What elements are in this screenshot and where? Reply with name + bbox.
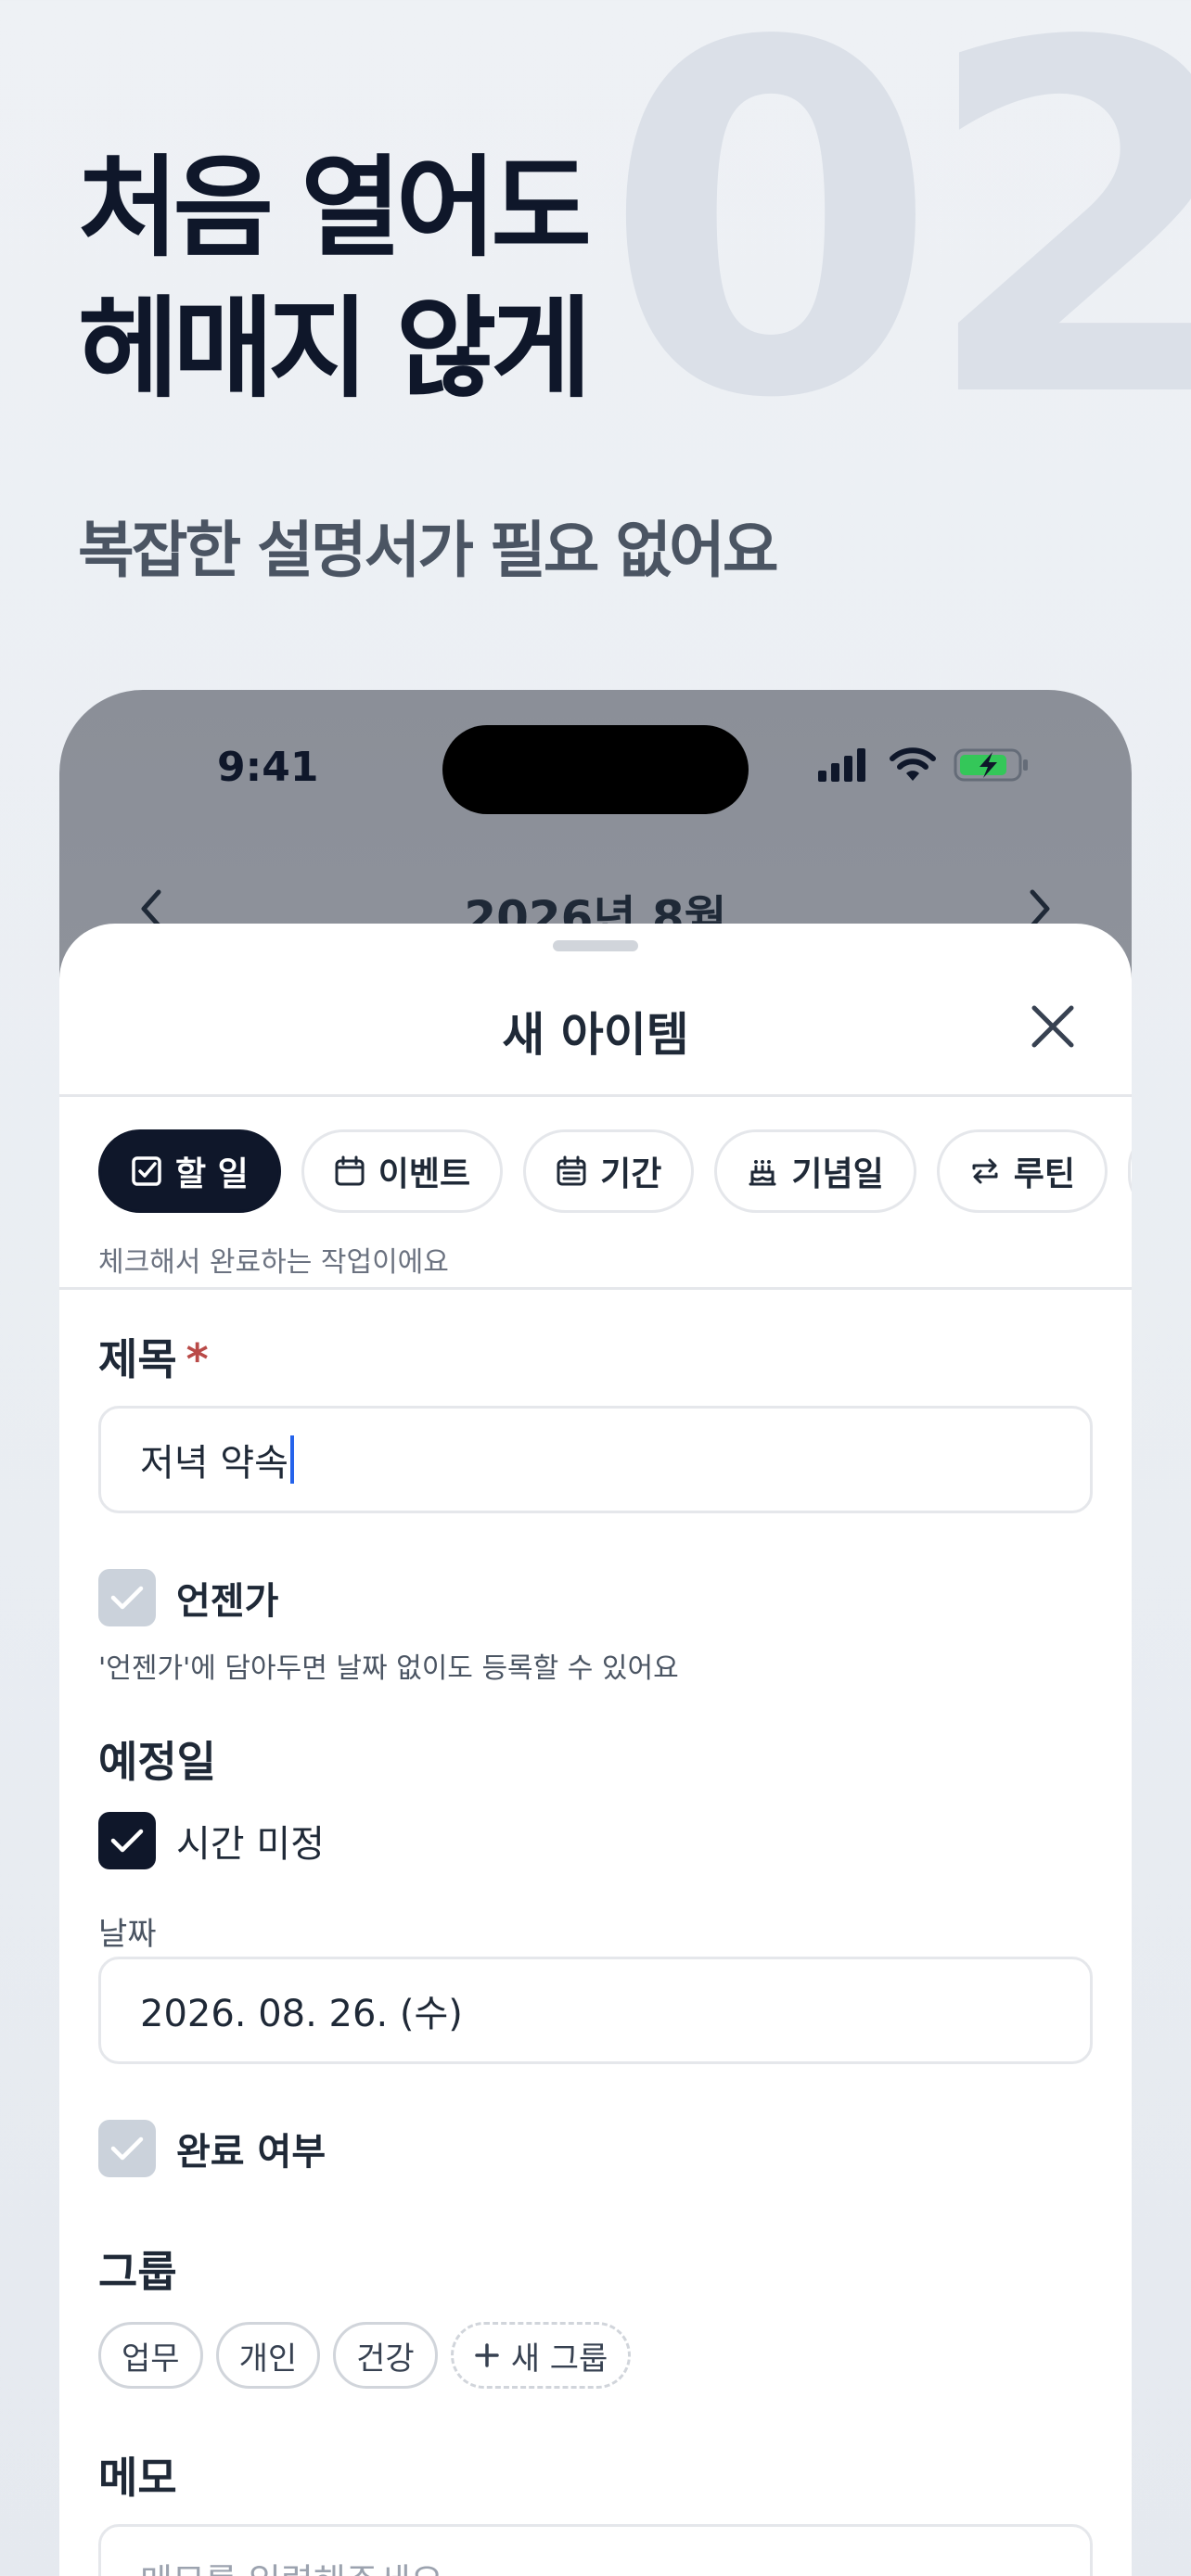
title-label: 제목 * [98, 1326, 209, 1387]
cake-icon [749, 1160, 776, 1186]
check-icon [110, 1829, 144, 1853]
required-mark: * [186, 1334, 209, 1384]
type-chips: 할 일 이벤트 기간 기념일 루틴 [98, 1129, 1132, 1213]
memo-label: 메모 [98, 2453, 177, 2503]
type-chip-label: 할 일 [175, 1155, 249, 1193]
type-chip-event[interactable]: 이벤트 [301, 1129, 504, 1213]
close-button[interactable] [1020, 994, 1085, 1059]
hero-title-line1: 처음 열어도 [78, 144, 592, 272]
type-chip-todo[interactable]: 할 일 [98, 1129, 281, 1213]
sheet-title: 새 아이템 [502, 1008, 689, 1062]
time-tbd-checkbox-row[interactable]: 시간 미정 [98, 1812, 325, 1869]
group-chip[interactable]: 개인 [215, 2322, 321, 2389]
battery-charging-icon [954, 748, 1028, 782]
check-icon [110, 1586, 144, 1610]
due-label: 예정일 [98, 1737, 216, 1787]
type-chip-label: 기념일 [791, 1155, 884, 1193]
new-item-sheet: 새 아이템 할 일 이벤트 기간 기념일 루틴 체크해서 완료하는 작업이에요 … [59, 924, 1132, 2576]
date-caption: 날짜 [98, 1916, 157, 1953]
group-chip[interactable]: 건강 [333, 2322, 438, 2389]
status-icons [816, 747, 1030, 783]
type-chip-anniversary[interactable]: 기념일 [714, 1129, 916, 1213]
time-tbd-label: 시간 미정 [176, 1823, 325, 1866]
text-cursor [289, 1435, 294, 1484]
date-field[interactable]: 2026. 08. 26. (수) [98, 1957, 1093, 2064]
chips-divider [59, 1287, 1132, 1290]
hero-subtitle: 복잡한 설명서가 필요 없어요 [78, 515, 779, 586]
header-divider [59, 1094, 1132, 1097]
done-checkbox[interactable] [98, 2120, 156, 2177]
group-label: 그룹 [98, 2247, 177, 2297]
title-input[interactable]: 저녁 약속 [98, 1406, 1093, 1513]
new-group-label: 새 그룹 [510, 2340, 608, 2378]
time-tbd-checkbox[interactable] [98, 1812, 156, 1869]
hero-title: 처음 열어도 헤매지 않게 [78, 137, 592, 419]
someday-label: 언젠가 [176, 1580, 279, 1623]
group-chips: 업무 개인 건강 새 그룹 [98, 2322, 632, 2389]
memo-input[interactable]: 메모를 입력해주세요 [98, 2524, 1093, 2576]
type-chip-label: 루틴 [1013, 1155, 1076, 1193]
title-label-text: 제목 [98, 1334, 177, 1384]
signal-icon [818, 748, 865, 782]
someday-note: '언젠가'에 담아두면 날짜 없이도 등록할 수 있어요 [98, 1652, 679, 1685]
done-label: 완료 여부 [176, 2131, 327, 2174]
calendar-icon [335, 1155, 365, 1186]
someday-checkbox-row[interactable]: 언젠가 [98, 1569, 278, 1626]
new-group-button[interactable]: 새 그룹 [450, 2322, 632, 2389]
dynamic-island [442, 725, 749, 814]
wifi-icon [890, 747, 936, 781]
status-time: 9:41 [217, 744, 319, 791]
type-chip-period[interactable]: 기간 [523, 1129, 695, 1213]
checkbox-icon [132, 1156, 161, 1186]
sheet-grabber[interactable] [553, 940, 638, 951]
repeat-icon [972, 1158, 998, 1184]
close-icon [1031, 1005, 1074, 1048]
title-input-value: 저녁 약속 [140, 1442, 288, 1485]
phone-mockup: 9:41 2026년 8월 새 아이템 할 일 이벤트 기간 기념일 루틴 체크… [59, 690, 1132, 2576]
type-chip-routine[interactable]: 루틴 [936, 1129, 1108, 1213]
someday-checkbox[interactable] [98, 1569, 156, 1626]
plus-icon [474, 2343, 499, 2367]
hero-number: 02 [603, 0, 1191, 504]
type-chip-label: 기간 [600, 1155, 662, 1193]
type-helper-text: 체크해서 완료하는 작업이에요 [98, 1246, 449, 1279]
group-chip[interactable]: 업무 [98, 2322, 203, 2389]
type-chip-label: 이벤트 [378, 1155, 471, 1193]
type-chip-more[interactable] [1128, 1129, 1132, 1213]
done-checkbox-row[interactable]: 완료 여부 [98, 2120, 326, 2177]
calendar-range-icon [557, 1155, 586, 1186]
check-icon [110, 2136, 144, 2161]
hero-title-line2: 헤매지 않게 [78, 285, 592, 413]
